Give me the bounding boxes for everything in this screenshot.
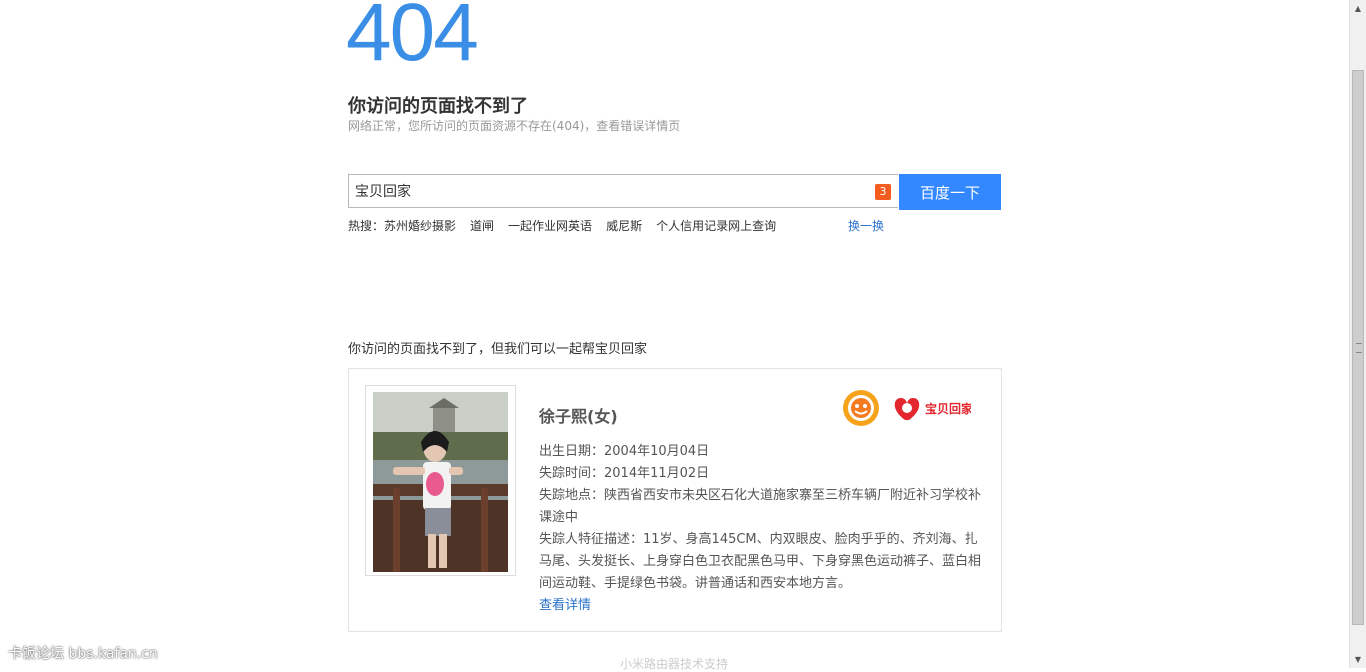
error-code: 404	[346, 0, 479, 78]
hot-search-item[interactable]: 一起作业网英语	[508, 219, 592, 233]
scroll-up-icon[interactable]: ▲	[1350, 0, 1366, 17]
grip-icon	[1356, 343, 1362, 353]
hot-search-item[interactable]: 苏州婚纱摄影	[384, 219, 456, 233]
hot-search-list: 热搜：苏州婚纱摄影 道闸 一起作业网英语 威尼斯 个人信用记录网上查询	[348, 217, 784, 234]
missing-child-card: 徐子熙(女) 宝贝回家 出生日期：2004年10月04日 失踪时间：2014年1…	[348, 368, 1002, 632]
hot-search-item[interactable]: 个人信用记录网上查询	[656, 219, 776, 233]
missing-time: 失踪时间：2014年11月02日	[539, 466, 710, 481]
footer-support-text: 小米路由器技术支持	[620, 657, 729, 671]
refresh-hot-link[interactable]: 换一换	[848, 217, 884, 234]
scroll-down-icon[interactable]: ▼	[1350, 651, 1366, 668]
forum-watermark: 卡饭论坛 bbs.kafan.cn	[8, 646, 158, 662]
child-photo-frame[interactable]	[365, 385, 516, 576]
missing-location: 失踪地点：陕西省西安市未央区石化大道施家寨至三桥车辆厂附近补习学校补课途中	[539, 488, 982, 525]
baobei-logo-text: 宝贝回家	[925, 401, 971, 416]
missing-section-title: 你访问的页面找不到了，但我们可以一起帮宝贝回家	[348, 342, 648, 357]
hot-search-item[interactable]: 道闸	[470, 219, 494, 233]
error-page: 404 你访问的页面找不到了 网络正常，您所访问的页面资源不存在(404)，查看…	[0, 0, 1349, 671]
baobei-seal-icon	[843, 390, 879, 426]
search-box: 3	[348, 174, 898, 208]
child-photo	[373, 392, 508, 572]
missing-features: 失踪人特征描述：11岁、身高145CM、内双眼皮、脸肉乎乎的、齐刘海、扎马尾、头…	[539, 532, 982, 591]
birth-date: 出生日期：2004年10月04日	[539, 444, 710, 459]
hot-search-item[interactable]: 威尼斯	[606, 219, 642, 233]
child-info: 出生日期：2004年10月04日 失踪时间：2014年11月02日 失踪地点：陕…	[539, 441, 989, 617]
baobei-logo: 宝贝回家	[891, 392, 974, 424]
hot-search-label: 热搜：	[348, 219, 385, 233]
page-subtitle: 网络正常，您所访问的页面资源不存在(404)，查看错误详情页	[348, 119, 681, 133]
search-input[interactable]	[349, 175, 861, 207]
page-title: 你访问的页面找不到了	[348, 96, 528, 117]
view-detail-link[interactable]: 查看详情	[539, 598, 591, 613]
scrollbar-thumb[interactable]	[1352, 70, 1364, 625]
search-count-badge: 3	[875, 184, 891, 200]
child-name: 徐子熙(女)	[539, 407, 618, 426]
vertical-scrollbar[interactable]: ▲ ▼	[1349, 0, 1366, 668]
search-button[interactable]: 百度一下	[899, 174, 1001, 210]
